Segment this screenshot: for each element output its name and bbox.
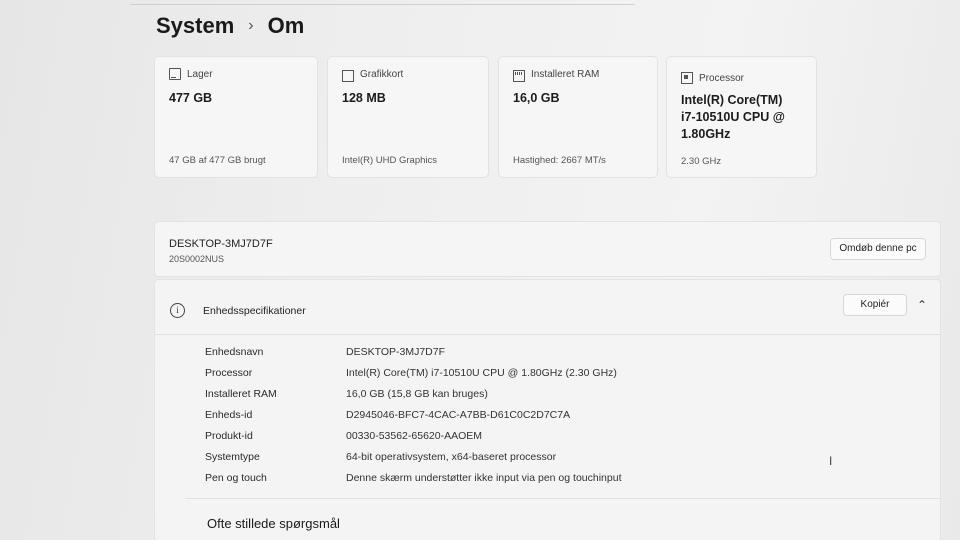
spec-key: Produkt-id: [205, 430, 253, 442]
table-row: Processor Intel(R) Core(TM) i7-10510U CP…: [205, 367, 805, 387]
processor-value-line: i7-10510U CPU @: [681, 110, 785, 124]
ram-card[interactable]: Installeret RAM 16,0 GB Hastighed: 2667 …: [499, 57, 657, 177]
graphics-label: Grafikkort: [360, 68, 404, 80]
ram-speed: Hastighed: 2667 MT/s: [513, 155, 606, 166]
processor-value-line: 1.80GHz: [681, 127, 731, 141]
divider: [185, 498, 940, 499]
spec-value: 64-bit operativsystem, x64-baseret proce…: [346, 451, 557, 463]
spec-value: 00330-53562-65620-AAOEM: [346, 430, 483, 442]
processor-speed: 2.30 GHz: [681, 156, 722, 167]
storage-card-header: Lager: [169, 68, 213, 80]
device-model: 20S0002NUS: [169, 254, 225, 264]
graphics-card[interactable]: Grafikkort 128 MB Intel(R) UHD Graphics: [328, 57, 488, 177]
device-specifications-title: Enhedsspecifikationer: [203, 305, 306, 317]
processor-value: Intel(R) Core(TM) i7-10510U CPU @ 1.80GH…: [681, 92, 785, 143]
breadcrumb-parent[interactable]: System: [156, 13, 234, 39]
text-cursor-icon: I: [829, 454, 833, 468]
processor-card[interactable]: Processor Intel(R) Core(TM) i7-10510U CP…: [667, 57, 816, 177]
spec-value: Intel(R) Core(TM) i7-10510U CPU @ 1.80GH…: [346, 367, 617, 379]
spec-value: 16,0 GB (15,8 GB kan bruges): [346, 388, 488, 400]
window-top-edge: [130, 0, 635, 5]
table-row: Pen og touch Denne skærm understøtter ik…: [205, 472, 805, 492]
storage-value: 477 GB: [169, 91, 213, 105]
ram-card-header: Installeret RAM: [513, 68, 600, 82]
spec-key: Processor: [205, 367, 253, 379]
storage-card[interactable]: Lager 477 GB 47 GB af 477 GB brugt: [155, 57, 317, 177]
device-specifications-panel: i Enhedsspecifikationer Kopiér ⌃ Enhedsn…: [155, 280, 940, 540]
table-row: Systemtype 64-bit operativsystem, x64-ba…: [205, 451, 805, 471]
table-row: Installeret RAM 16,0 GB (15,8 GB kan bru…: [205, 388, 805, 408]
graphics-value: 128 MB: [342, 91, 386, 105]
spec-value: D2945046-BFC7-4CAC-A7BB-D61C0C2D7C7A: [346, 409, 571, 421]
graphics-name: Intel(R) UHD Graphics: [342, 155, 438, 166]
spec-key: Installeret RAM: [205, 388, 277, 400]
table-row: Produkt-id 00330-53562-65620-AAOEM: [205, 430, 805, 450]
device-name-row: DESKTOP-3MJ7D7F 20S0002NUS Omdøb denne p…: [155, 222, 940, 276]
page-title: Om: [267, 13, 305, 38]
faq-heading[interactable]: Ofte stillede spørgsmål: [207, 516, 340, 531]
rename-pc-button[interactable]: Omdøb denne pc: [830, 238, 926, 260]
spec-key: Enhedsnavn: [205, 346, 264, 358]
processor-card-header: Processor: [681, 72, 744, 84]
copy-button[interactable]: Kopiér: [843, 294, 907, 316]
ram-label: Installeret RAM: [531, 68, 600, 80]
breadcrumb: System › Om: [156, 13, 304, 39]
device-name: DESKTOP-3MJ7D7F: [169, 238, 273, 250]
spec-value: Denne skærm understøtter ikke input via …: [346, 472, 622, 484]
table-row: Enhedsnavn DESKTOP-3MJ7D7F: [205, 346, 805, 366]
chevron-up-icon[interactable]: ⌃: [917, 298, 927, 312]
spec-key: Pen og touch: [205, 472, 267, 484]
table-row: Enheds-id D2945046-BFC7-4CAC-A7BB-D61C0C…: [205, 409, 805, 429]
settings-page: System › Om Lager 477 GB 47 GB af 477 GB…: [0, 0, 960, 540]
spec-key: Enheds-id: [205, 409, 253, 421]
spec-key: Systemtype: [205, 451, 260, 463]
ram-value: 16,0 GB: [513, 91, 560, 105]
drive-icon: [169, 68, 181, 80]
graphics-card-header: Grafikkort: [342, 68, 404, 82]
storage-label: Lager: [187, 68, 213, 80]
cpu-icon: [681, 72, 693, 84]
processor-value-line: Intel(R) Core(TM): [681, 93, 783, 107]
spec-value: DESKTOP-3MJ7D7F: [346, 346, 445, 358]
info-icon: i: [170, 303, 185, 318]
storage-usage: 47 GB af 477 GB brugt: [169, 155, 266, 166]
ram-icon: [513, 70, 525, 82]
processor-label: Processor: [699, 72, 745, 84]
device-specifications-header[interactable]: i Enhedsspecifikationer Kopiér ⌃: [155, 280, 940, 335]
gpu-icon: [342, 70, 354, 82]
chevron-right-icon: ›: [248, 17, 254, 34]
